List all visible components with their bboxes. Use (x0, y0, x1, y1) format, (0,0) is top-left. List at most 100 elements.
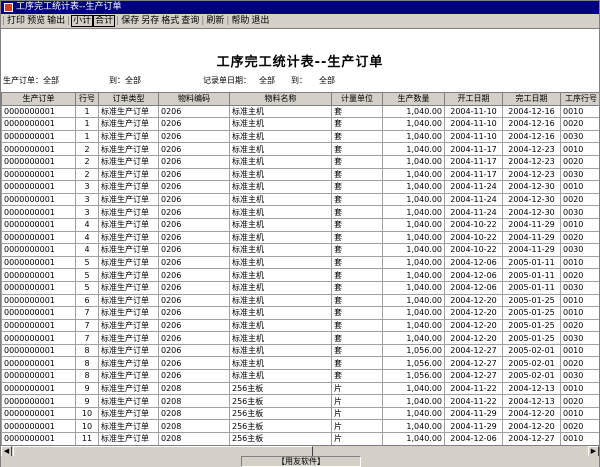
table-cell: 标准主机 (229, 167, 332, 182)
toolbar-button-3[interactable]: 输出 (46, 16, 66, 26)
column-header[interactable]: 工序行号 (560, 92, 599, 106)
table-row[interactable]: 0000000001 11 标准生产订单 0208 256主板片 1,040.00 2004… (1, 432, 599, 445)
table-row[interactable]: 0000000001 7 标准生产订单 0206 标准主机套 1,040.00 2004-1… (1, 318, 599, 333)
table-cell: 1,040.00 (382, 205, 445, 219)
table-cell: 套 (331, 217, 383, 232)
table-row[interactable]: 0000000001 4 标准生产订单 0206 标准主机套 1,040.00 2004-1… (1, 217, 599, 232)
table-cell: 标准生产订单 (98, 243, 159, 257)
toolbar-button-9[interactable]: 查询 (180, 16, 200, 26)
table-row[interactable]: 0000000001 5 标准生产订单 0206 标准主机套 1,040.00 2004-1… (1, 280, 599, 295)
table-row[interactable]: 0000000001 2 标准生产订单 0206 标准主机套 1,040.00 2004-1… (1, 167, 599, 182)
table-cell: 2004-12-16 (502, 117, 561, 131)
column-header[interactable]: 订单类型 (98, 92, 159, 106)
table-row[interactable]: 0000000001 2 标准生产订单 0206 标准主机套 1,040.00 2004-1… (1, 154, 599, 169)
toolbar-button-10[interactable]: 刷新 (205, 16, 225, 26)
table-cell: 0206 (158, 192, 230, 207)
toolbar-button-8[interactable]: 格式 (160, 16, 180, 26)
table-cell: 0010 (560, 343, 599, 358)
table-row[interactable]: 0000000001 4 标准生产订单 0206 标准主机套 1,040.00 2004-1… (1, 230, 599, 245)
toolbar-button-2[interactable]: 预览 (26, 16, 46, 26)
table-cell: 标准生产订单 (98, 180, 159, 194)
column-header[interactable]: 计量单位 (331, 92, 383, 106)
table-cell: 1 (75, 129, 99, 144)
table-cell: 标准生产订单 (98, 230, 159, 245)
table-cell: 0206 (158, 129, 230, 144)
table-cell: 2005-01-25 (502, 318, 561, 333)
table-row[interactable]: 0000000001 7 标准生产订单 0206 标准主机套 1,040.00 2004-1… (1, 331, 599, 345)
table-row[interactable]: 0000000001 3 标准生产订单 0206 标准主机套 1,040.00 2004-1… (1, 180, 599, 194)
table-cell: 标准生产订单 (98, 306, 159, 320)
table-row[interactable]: 0000000001 3 标准生产订单 0206 标准主机套 1,040.00 2004-1… (1, 192, 599, 207)
table-cell: 1,040.00 (382, 306, 445, 320)
order-to-label: 到： (109, 76, 125, 85)
table-cell: 2004-12-23 (502, 154, 561, 169)
table-cell: 2004-12-06 (444, 255, 503, 270)
table-cell: 2004-12-13 (502, 394, 561, 408)
table-cell: 1,040.00 (382, 268, 445, 282)
table-row[interactable]: 0000000001 1 标准生产订单 0206 标准主机套 1,040.00 2004-1… (1, 129, 599, 144)
title-bar[interactable]: 工序完工统计表--生产订单 (1, 1, 599, 14)
table-cell: 标准生产订单 (98, 154, 159, 169)
table-cell: 套 (331, 180, 383, 194)
toolbar-button-5[interactable]: 合计 (93, 15, 116, 27)
table-cell: 标准主机 (229, 104, 332, 119)
table-row[interactable]: 0000000001 4 标准生产订单 0206 标准主机套 1,040.00 2004-1… (1, 243, 599, 257)
toolbar-separator: | (116, 16, 120, 26)
table-cell: 标准生产订单 (98, 432, 159, 445)
table-cell: 标准生产订单 (98, 268, 159, 282)
table-row[interactable]: 0000000001 8 标准生产订单 0206 标准主机套 1,056.00 2004-1… (1, 343, 599, 358)
table-cell: 2004-12-20 (444, 306, 503, 320)
table-cell: 2004-11-29 (444, 419, 503, 434)
toolbar-button-11[interactable]: 帮助 (230, 16, 250, 26)
table-cell: 0000000001 (1, 432, 76, 445)
column-header[interactable]: 生产订单 (1, 92, 76, 106)
toolbar-button-12[interactable]: 退出 (250, 16, 270, 26)
table-cell: 标准生产订单 (98, 331, 159, 345)
table-row[interactable]: 0000000001 6 标准生产订单 0206 标准主机套 1,040.00 2004-1… (1, 293, 599, 308)
table-row[interactable]: 0000000001 1 标准生产订单 0206 标准主机套 1,040.00 2004-1… (1, 117, 599, 131)
table-cell: 2004-12-30 (502, 205, 561, 219)
table-row[interactable]: 0000000001 10 标准生产订单 0208 256主板片 1,040.00 2004… (1, 419, 599, 434)
column-header[interactable]: 生产数量 (382, 92, 445, 106)
table-cell: 套 (331, 306, 383, 320)
grid-header-row: 生产订单 行号 订单类型 物料编码 物料名称 计量单位 生产数量 开工日期 完工日期 工序行号 (1, 92, 599, 106)
table-row[interactable]: 0000000001 5 标准生产订单 0206 标准主机套 1,040.00 2004-1… (1, 255, 599, 270)
table-cell: 0010 (560, 306, 599, 320)
toolbar-button-7[interactable]: 另存 (140, 16, 160, 26)
column-header[interactable]: 物料编码 (158, 92, 230, 106)
toolbar-separator: | (226, 16, 230, 26)
table-cell: 套 (331, 192, 383, 207)
toolbar-button-1[interactable]: 打印 (6, 16, 26, 26)
table-row[interactable]: 0000000001 8 标准生产订单 0206 标准主机套 1,056.00 2004-1… (1, 356, 599, 371)
table-cell: 标准生产订单 (98, 406, 159, 421)
table-cell: 0206 (158, 104, 230, 119)
table-row[interactable]: 0000000001 2 标准生产订单 0206 标准主机套 1,040.00 2004-1… (1, 142, 599, 156)
table-cell: 0000000001 (1, 117, 76, 131)
table-cell: 套 (331, 117, 383, 131)
table-cell: 标准主机 (229, 331, 332, 345)
table-cell: 0000000001 (1, 293, 76, 308)
table-row[interactable]: 0000000001 9 标准生产订单 0208 256主板片 1,040.00 2004-… (1, 394, 599, 408)
table-row[interactable]: 0000000001 9 标准生产订单 0208 256主板片 1,040.00 2004-… (1, 381, 599, 396)
table-row[interactable]: 0000000001 10 标准生产订单 0208 256主板片 1,040.00 2004… (1, 406, 599, 421)
table-cell: 2004-11-29 (502, 217, 561, 232)
table-row[interactable]: 0000000001 5 标准生产订单 0206 标准主机套 1,040.00 2004-1… (1, 268, 599, 282)
table-row[interactable]: 0000000001 7 标准生产订单 0206 标准主机套 1,040.00 2004-1… (1, 306, 599, 320)
table-cell: 0206 (158, 117, 230, 131)
table-row[interactable]: 0000000001 3 标准生产订单 0206 标准主机套 1,040.00 2004-1… (1, 205, 599, 219)
column-header[interactable]: 完工日期 (502, 92, 561, 106)
toolbar-button-4[interactable]: 小计 (71, 15, 94, 27)
table-cell: 片 (331, 432, 383, 445)
column-header[interactable]: 物料名称 (229, 92, 332, 106)
table-cell: 1,040.00 (382, 230, 445, 245)
column-header[interactable]: 开工日期 (444, 92, 503, 106)
table-cell: 0206 (158, 154, 230, 169)
toolbar-button-6[interactable]: 保存 (120, 16, 140, 26)
column-header[interactable]: 行号 (75, 92, 99, 106)
table-row[interactable]: 0000000001 1 标准生产订单 0206 标准主机套 1,040.00 2004-1… (1, 104, 599, 119)
table-cell: 标准主机 (229, 205, 332, 219)
table-cell: 5 (75, 255, 99, 270)
table-cell: 标准主机 (229, 243, 332, 257)
table-row[interactable]: 0000000001 8 标准生产订单 0206 标准主机套 1,056.00 2004-1… (1, 369, 599, 383)
table-cell: 标准生产订单 (98, 280, 159, 295)
